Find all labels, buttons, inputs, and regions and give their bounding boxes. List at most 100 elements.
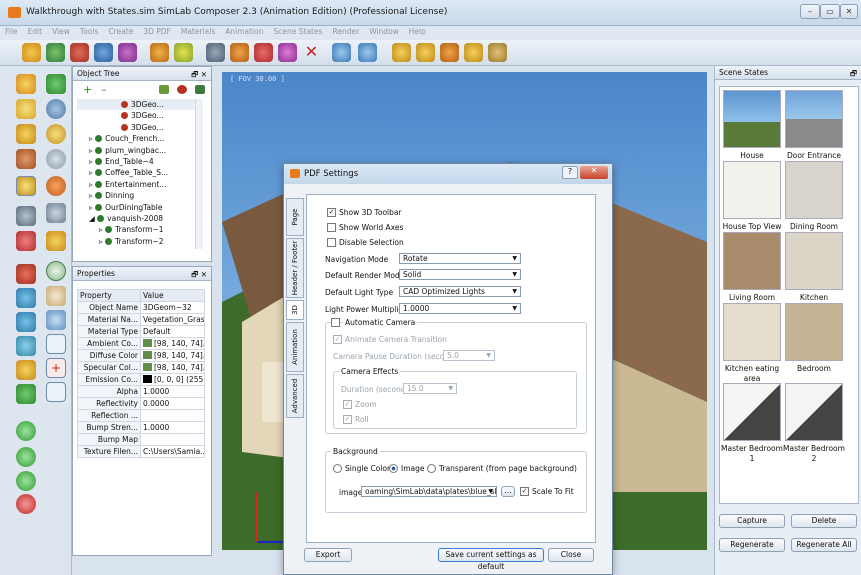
hand-icon[interactable] xyxy=(46,286,66,306)
anchor-icon[interactable] xyxy=(150,43,169,62)
auto-camera-checkbox[interactable] xyxy=(331,318,340,327)
menu-file[interactable]: File xyxy=(0,26,23,36)
light-icon[interactable] xyxy=(16,74,36,94)
ungroup-icon[interactable] xyxy=(177,85,187,94)
table-row[interactable]: Reflectivity 0.0000 xyxy=(77,397,205,410)
property-value[interactable] xyxy=(140,409,205,422)
undo-icon[interactable] xyxy=(332,43,351,62)
redo-icon[interactable] xyxy=(358,43,377,62)
scene-state-thumb-master-bedroom-2[interactable] xyxy=(785,383,843,441)
play-icon[interactable] xyxy=(16,447,36,467)
property-value[interactable]: C:\Users\Samia... xyxy=(140,445,205,458)
maximize-button[interactable]: ▭ xyxy=(820,4,840,19)
tab-animation[interactable]: Animation xyxy=(286,322,304,372)
globe-icon[interactable] xyxy=(46,43,65,62)
target-icon[interactable] xyxy=(46,99,66,119)
tree-item[interactable]: ▹ plum_wingbac... xyxy=(77,145,203,156)
object-icon[interactable] xyxy=(46,74,66,94)
sun-icon[interactable] xyxy=(22,43,41,62)
tree-item[interactable]: ▹ Entertainment... xyxy=(77,179,203,190)
zoom-icon[interactable] xyxy=(46,310,66,330)
select-icon[interactable] xyxy=(46,261,66,281)
scale-icon[interactable] xyxy=(16,312,36,332)
stop-icon[interactable] xyxy=(16,494,36,514)
menu-3dpdf[interactable]: 3D PDF xyxy=(138,26,176,36)
tree-item[interactable]: ▹ Couch_French... xyxy=(77,133,203,144)
menu-materials[interactable]: Materials xyxy=(176,26,220,36)
menu-view[interactable]: View xyxy=(47,26,75,36)
regenerate-button[interactable]: Regenerate xyxy=(719,538,785,552)
menu-animation[interactable]: Animation xyxy=(220,26,268,36)
tree-item[interactable]: 3DGeo... xyxy=(77,99,203,111)
property-value[interactable] xyxy=(140,433,205,446)
menu-scene-states[interactable]: Scene States xyxy=(269,26,328,36)
scene-state-thumb-kitchen[interactable] xyxy=(785,232,843,290)
gauge-icon[interactable] xyxy=(16,206,36,226)
export-button[interactable]: Export xyxy=(304,548,352,562)
scene-state-thumb-door-entrance[interactable] xyxy=(785,90,843,148)
material-icon[interactable] xyxy=(416,43,435,62)
layer-icon[interactable] xyxy=(16,360,36,380)
property-value[interactable]: [98, 140, 74]... xyxy=(140,337,205,350)
sun-light-icon[interactable] xyxy=(16,176,36,196)
rotate-icon[interactable] xyxy=(16,288,36,308)
scene-state-thumb-kitchen-eating-area[interactable] xyxy=(723,303,781,361)
snapshot-icon[interactable] xyxy=(46,203,66,223)
plus-frame-icon[interactable]: + xyxy=(46,358,66,378)
delete-button[interactable]: Delete xyxy=(791,514,857,528)
transform-icon[interactable] xyxy=(70,43,89,62)
transparent-radio[interactable] xyxy=(427,464,436,473)
save-default-button[interactable]: Save current settings as default xyxy=(438,548,544,571)
table-row[interactable]: Alpha 1.0000 xyxy=(77,385,205,398)
regenerate-all-button[interactable]: Regenerate All xyxy=(791,538,857,552)
table-row[interactable]: Emission Co... [0, 0, 0] (255) xyxy=(77,373,205,386)
render-mode-select[interactable]: Solid xyxy=(399,269,521,280)
menu-render[interactable]: Render xyxy=(328,26,365,36)
tab-advanced[interactable]: Advanced xyxy=(286,374,304,418)
line-icon[interactable] xyxy=(16,149,36,169)
tree-item[interactable]: ▹ Transform~1 xyxy=(77,224,203,235)
tree-item[interactable]: ▹ OurDiningTable xyxy=(77,202,203,213)
table-row[interactable]: Material Type Default xyxy=(77,325,205,338)
tree-item[interactable]: ▹ Dinning xyxy=(77,190,203,201)
tree-item[interactable]: ▹ Transform~2 xyxy=(77,236,203,247)
table-row[interactable]: Material Na...Vegetation_Gras... xyxy=(77,313,205,326)
table-row[interactable]: Reflection ... xyxy=(77,409,205,422)
texture-icon[interactable] xyxy=(488,43,507,62)
property-value[interactable]: Vegetation_Gras... xyxy=(140,313,205,326)
menu-edit[interactable]: Edit xyxy=(23,26,48,36)
tree-scrollbar[interactable] xyxy=(195,99,203,249)
delete-icon[interactable]: ✕ xyxy=(302,43,321,62)
eye-icon[interactable] xyxy=(230,43,249,62)
bucket-icon[interactable] xyxy=(464,43,483,62)
tree-filter-icon[interactable] xyxy=(195,85,205,94)
tab-3d[interactable]: 3D xyxy=(286,300,304,320)
property-value[interactable]: [98, 140, 74]... xyxy=(140,349,205,362)
group-icon[interactable] xyxy=(159,85,169,94)
property-value[interactable]: 0.0000 xyxy=(140,397,205,410)
paint-icon[interactable] xyxy=(440,43,459,62)
tree-item[interactable]: ▹ Coffee_Table_S... xyxy=(77,167,203,178)
render-icon[interactable] xyxy=(392,43,411,62)
tree-item[interactable]: ▹ End_Table~4 xyxy=(77,156,203,167)
minimize-button[interactable]: – xyxy=(800,4,820,19)
orbit-icon[interactable] xyxy=(16,336,36,356)
frame-icon[interactable] xyxy=(46,334,66,354)
scale-to-fit-checkbox[interactable]: ✓ xyxy=(520,487,529,496)
zoom-checkbox[interactable]: ✓ xyxy=(343,400,352,409)
property-value[interactable]: Default xyxy=(140,325,205,338)
scene-state-thumb-living-room[interactable] xyxy=(723,232,781,290)
eye-off-icon[interactable] xyxy=(206,43,225,62)
table-row[interactable]: Ambient Co... [98, 140, 74]... xyxy=(77,337,205,350)
close-button[interactable]: Close xyxy=(548,548,594,562)
scene-state-thumb-dining-room[interactable] xyxy=(785,161,843,219)
scene-state-thumb-master-bedroom-1[interactable] xyxy=(723,383,781,441)
panel-float-icon[interactable]: 🗗 xyxy=(850,68,857,81)
orange-sphere-icon[interactable] xyxy=(46,176,66,196)
table-row[interactable]: Object Name 3DGeom~32 xyxy=(77,301,205,314)
property-value[interactable]: 1.0000 xyxy=(140,421,205,434)
scene-state-thumb-bedroom[interactable] xyxy=(785,303,843,361)
close-window-button[interactable]: ✕ xyxy=(840,4,858,19)
effect-duration-spinner[interactable]: 15.0 xyxy=(403,383,457,394)
property-value[interactable]: 1.0000 xyxy=(140,385,205,398)
